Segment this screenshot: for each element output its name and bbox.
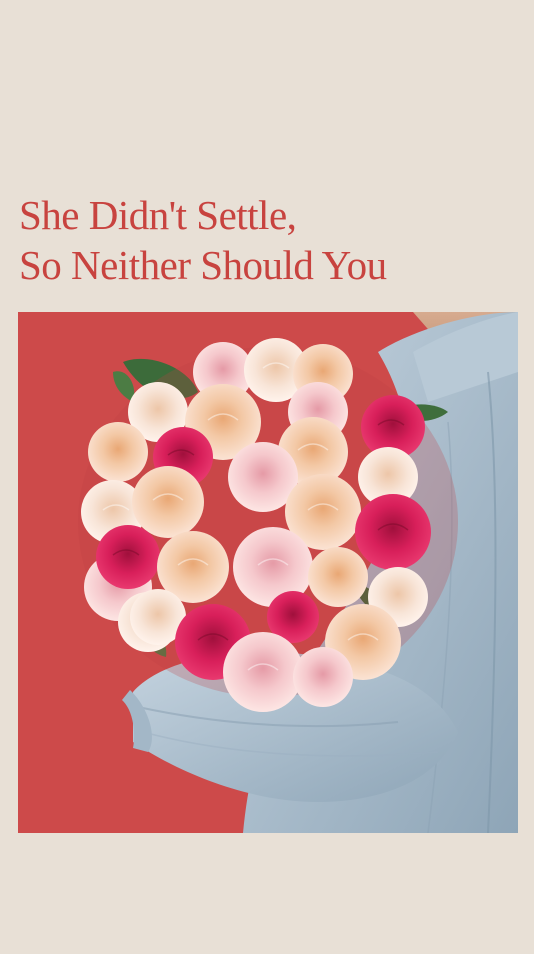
headline-line-1: She Didn't Settle,	[19, 192, 297, 238]
bouquet-illustration	[18, 312, 518, 833]
headline-line-2: So Neither Should You	[19, 242, 387, 288]
hero-image	[18, 312, 518, 833]
promo-headline: She Didn't Settle, So Neither Should You	[19, 190, 519, 290]
